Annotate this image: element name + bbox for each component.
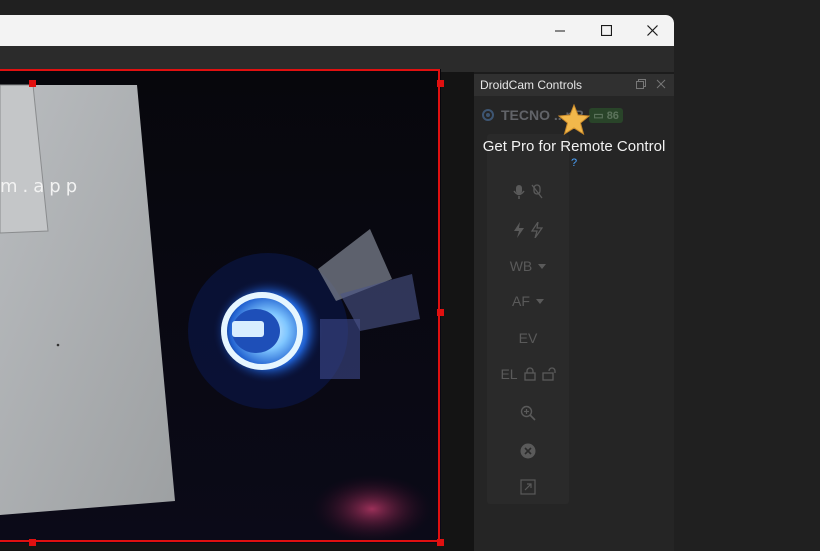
exposure-lock-control[interactable]: EL (487, 362, 569, 386)
chevron-down-icon (538, 263, 547, 269)
camera-preview[interactable]: m.app (0, 69, 441, 543)
external-window-control[interactable] (487, 475, 569, 499)
chevron-down-icon (535, 298, 544, 304)
resize-handle-top-center[interactable] (29, 80, 36, 87)
camera-preview-image (0, 69, 441, 543)
controls-panel: WB AF EV EL (487, 134, 569, 504)
microphone-icon (513, 185, 525, 199)
resize-handle-bottom-right[interactable] (437, 539, 444, 546)
zoom-in-icon (520, 405, 536, 421)
star-icon (558, 104, 590, 136)
ev-label: EV (518, 330, 538, 346)
undock-icon (636, 79, 646, 89)
dock-title: DroidCam Controls (480, 78, 583, 92)
reset-control[interactable] (487, 439, 569, 463)
resize-handle-top-right[interactable] (437, 80, 444, 87)
undock-button[interactable] (636, 79, 646, 89)
dock-close-icon (656, 79, 666, 89)
dock-close-button[interactable] (656, 79, 666, 89)
af-label: AF (512, 293, 530, 309)
zoom-control[interactable] (487, 401, 569, 425)
title-bar (0, 15, 674, 46)
flash-icon (514, 222, 524, 238)
preview-overlay-text: m.app (0, 176, 83, 197)
microphone-off-icon (531, 184, 543, 199)
lock-icon (523, 367, 536, 381)
maximize-icon (600, 25, 612, 36)
flash-off-icon (531, 222, 543, 238)
autofocus-control[interactable]: AF (487, 289, 569, 313)
flash-control[interactable] (487, 218, 569, 242)
close-icon (646, 25, 658, 36)
maximize-button[interactable] (583, 15, 629, 46)
wb-label: WB (509, 258, 533, 274)
close-button[interactable] (629, 15, 674, 46)
cancel-circle-icon (520, 443, 536, 459)
resize-handle-middle-right[interactable] (437, 309, 444, 316)
minimize-icon (555, 30, 565, 31)
exposure-control[interactable]: EV (487, 326, 569, 350)
pro-message: Get Pro for Remote Control (482, 138, 666, 155)
white-balance-control[interactable]: WB (487, 254, 569, 278)
resize-handle-bottom-center[interactable] (29, 539, 36, 546)
unlock-icon (541, 367, 556, 381)
el-label: EL (500, 366, 518, 382)
desktop-background (674, 0, 820, 551)
external-link-icon (520, 479, 536, 495)
pro-overlay: Get Pro for Remote Control ? (474, 104, 674, 169)
minimize-button[interactable] (537, 15, 583, 46)
microphone-control[interactable] (487, 180, 569, 204)
pro-help-link[interactable]: ? (474, 157, 674, 169)
